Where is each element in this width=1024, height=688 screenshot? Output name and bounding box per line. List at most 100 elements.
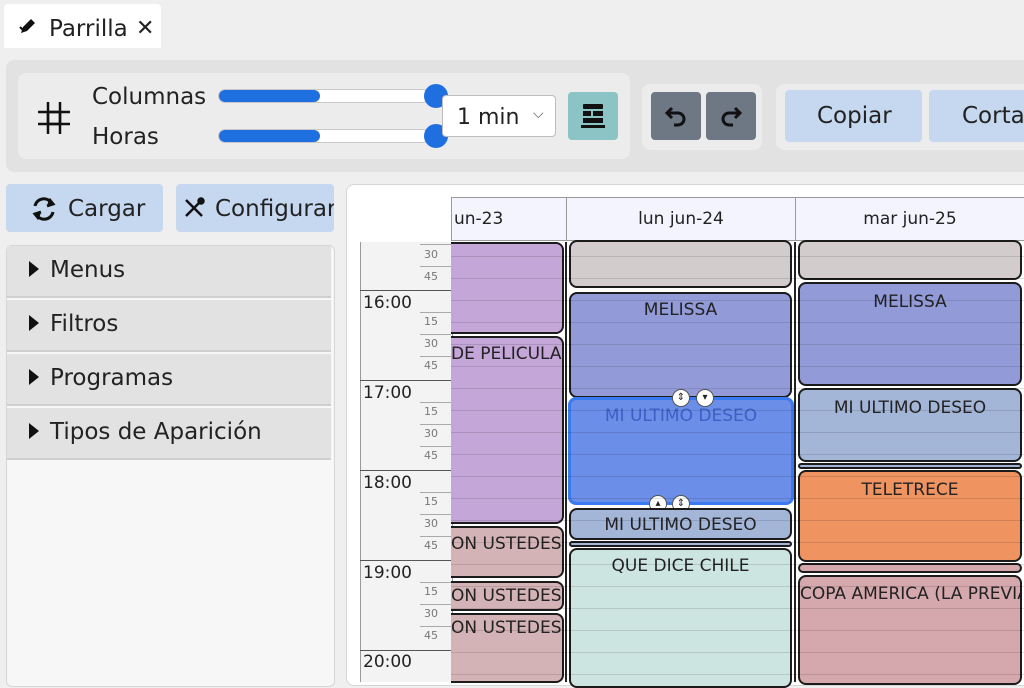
quarter-line [420,312,451,313]
caret-right-icon [29,315,39,331]
column-header[interactable]: mar jun-25 [795,197,1024,241]
quarter-line [420,334,451,335]
schedule-event[interactable] [798,240,1022,280]
columns-slider[interactable] [218,89,430,103]
slot-line [451,652,1024,653]
quarter-label: 45 [424,539,438,552]
load-label: Cargar [68,196,146,222]
layout-button[interactable] [568,92,618,140]
quarter-label: 45 [424,629,438,642]
quarter-line [420,626,451,627]
section-label: Filtros [50,311,119,337]
quarter-label: 45 [424,270,438,283]
chevron-down-icon: ⌵ [533,106,544,122]
resize-down-icon[interactable]: ▾ [696,389,714,407]
slot-line [451,300,1024,301]
load-button[interactable]: Cargar [6,184,163,232]
hour-line [360,470,452,471]
caret-right-icon [29,423,39,439]
hour-line [360,380,452,381]
refresh-icon [30,196,58,226]
pencil-icon [18,16,38,40]
section-label: Programas [50,365,174,391]
tools-icon [182,196,206,224]
hour-line [360,560,452,561]
resize-up-down-icon[interactable]: ⇕ [672,389,690,407]
quarter-label: 15 [424,585,438,598]
quarter-line [420,424,451,425]
tab-label: Parrilla [49,16,128,42]
section-filtros[interactable]: Filtros [7,300,331,352]
quarter-label: 15 [424,405,438,418]
schedule-event[interactable] [798,463,1022,469]
hour-label: 17:00 [363,383,412,403]
schedule-event[interactable]: MI ULTIMO DESEO [569,508,792,540]
undo-icon [664,104,688,132]
quarter-label: 45 [424,359,438,372]
slot-line [451,410,1024,411]
grid-icon [36,100,72,140]
quarter-line [420,582,451,583]
slot-line [451,520,1024,521]
slot-line [451,344,1024,345]
column-header[interactable]: un-23 [451,197,567,241]
schedule-event[interactable]: TELETRECE [798,470,1022,562]
quarter-label: 15 [424,315,438,328]
schedule-event[interactable]: DE PELICULA [451,336,564,524]
caret-right-icon [29,369,39,385]
tab-close-icon[interactable]: ✕ [136,16,154,41]
quarter-line [420,604,451,605]
slot-line [451,586,1024,587]
configure-label: Configurar [215,196,334,222]
quarter-label: 15 [424,495,438,508]
column-header[interactable]: lun jun-24 [566,197,796,241]
cut-button[interactable]: Corta [929,90,1024,142]
schedule-event[interactable]: MI ULTIMO DESEO [798,388,1022,462]
section-menus[interactable]: Menus [7,246,331,298]
section-programas[interactable]: Programas [7,354,331,406]
quarter-line [420,266,451,267]
schedule-event[interactable]: MELISSA [569,292,792,398]
schedule-event[interactable]: ON USTEDES [451,526,564,578]
section-tipos-aparicion[interactable]: Tipos de Aparición [7,408,331,460]
columns-label: Columnas [92,84,207,110]
hour-label: 18:00 [363,473,412,493]
redo-button[interactable] [706,92,756,140]
hour-label: 16:00 [363,293,412,313]
slot-line [451,454,1024,455]
selected-event[interactable]: MI ULTIMO DESEO [568,397,794,505]
quarter-label: 30 [424,427,438,440]
schedule-event[interactable]: QUE DICE CHILE [569,548,792,688]
hour-label: 20:00 [363,652,412,672]
quarter-line [420,536,451,537]
slot-line [451,674,1024,675]
interval-select[interactable]: 1 min ⌵ [442,95,556,137]
schedule-event[interactable]: ON USTEDES [451,613,564,683]
schedule-event[interactable]: MELISSA [798,282,1022,386]
slot-line [451,388,1024,389]
hours-slider[interactable] [218,129,430,143]
quarter-label: 30 [424,248,438,261]
tab-parrilla[interactable]: Parrilla ✕ [4,4,161,48]
slot-line [451,476,1024,477]
hour-label: 19:00 [363,563,412,583]
schedule-event[interactable] [569,240,792,288]
hour-line [360,650,452,651]
undo-button[interactable] [651,92,701,140]
hours-label: Horas [92,124,159,150]
quarter-line [420,356,451,357]
slot-line [451,432,1024,433]
slot-line [451,322,1024,323]
quarter-label: 30 [424,517,438,530]
column-separator [794,242,796,682]
copy-button[interactable]: Copiar [785,90,922,142]
slot-line [451,608,1024,609]
configure-button[interactable]: Configurar [176,184,334,232]
copy-label: Copiar [817,103,892,129]
redo-icon [719,104,743,132]
quarter-line [420,514,451,515]
column-separator [565,242,567,682]
slot-line [451,366,1024,367]
quarter-line [420,402,451,403]
layout-icon [579,102,607,134]
